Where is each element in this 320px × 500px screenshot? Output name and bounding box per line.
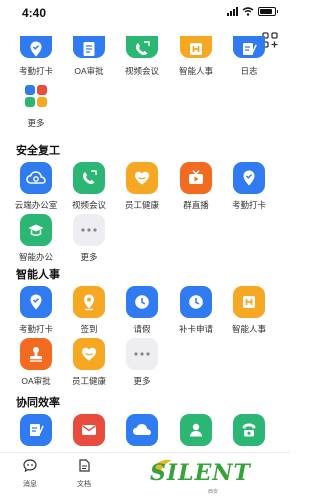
app-label: 云端办公室 xyxy=(14,200,58,210)
app-label: OA审批 xyxy=(21,376,51,386)
location-check-icon xyxy=(233,162,265,194)
more-dots-icon xyxy=(73,214,105,246)
office-phone-icon xyxy=(233,414,265,446)
chat-bubble-icon xyxy=(23,459,37,473)
approval-icon xyxy=(73,36,105,58)
app-label: 考勤打卡 xyxy=(231,200,266,210)
health-heart-icon xyxy=(126,162,158,194)
app-label: 补卡申请 xyxy=(178,324,213,334)
log-icon xyxy=(20,414,52,446)
app-s0-4[interactable]: 考勤打卡 xyxy=(221,162,277,211)
log-icon xyxy=(233,36,265,58)
clock-icon xyxy=(126,286,158,318)
app-s1-0[interactable]: 考勤打卡 xyxy=(8,286,64,335)
app-label: 日志 xyxy=(240,66,258,76)
watermark-subtext: 西安 xyxy=(208,489,219,495)
section-title-safe-return: 安全复工 xyxy=(16,145,60,157)
wifi-icon xyxy=(242,7,254,16)
app-s1-6[interactable]: 员工健康 xyxy=(61,338,117,387)
hr-icon xyxy=(180,36,212,58)
video-meeting-icon xyxy=(73,162,105,194)
app-top-0[interactable]: 考勤打卡 xyxy=(8,36,64,77)
check-in-icon xyxy=(73,286,105,318)
tab-documents[interactable]: 文档 xyxy=(64,459,104,489)
section-title-smart-hr: 智能人事 xyxy=(16,269,60,281)
app-label: 智能办公 xyxy=(18,252,53,262)
app-s0-6[interactable]: 更多 xyxy=(61,214,117,263)
cell-signal-icon xyxy=(227,7,238,16)
app-label: 智能人事 xyxy=(178,66,213,76)
battery-icon xyxy=(258,7,278,16)
app-s0-3[interactable]: 群直播 xyxy=(168,162,224,211)
app-s1-7[interactable]: 更多 xyxy=(114,338,170,387)
health-heart-icon xyxy=(73,338,105,370)
status-time: 4:40 xyxy=(22,6,47,20)
app-label: 更多 xyxy=(27,118,45,128)
stamp-icon xyxy=(20,338,52,370)
app-label: 签到 xyxy=(80,324,98,334)
document-icon xyxy=(79,459,90,472)
cloud-disk-icon xyxy=(126,414,158,446)
app-label: 员工健康 xyxy=(71,376,106,386)
hr-icon xyxy=(233,286,265,318)
app-label: 员工健康 xyxy=(124,200,159,210)
status-bar: 4:40 xyxy=(0,0,290,26)
app-s1-1[interactable]: 签到 xyxy=(61,286,117,335)
app-s0-2[interactable]: 员工健康 xyxy=(114,162,170,211)
app-label: 更多 xyxy=(80,252,98,262)
app-label: 请假 xyxy=(133,324,151,334)
mail-icon xyxy=(73,414,105,446)
app-label: OA审批 xyxy=(74,66,104,76)
app-s1-5[interactable]: OA审批 xyxy=(8,338,64,387)
app-s1-2[interactable]: 请假 xyxy=(114,286,170,335)
battery-level xyxy=(260,9,272,14)
live-tv-icon xyxy=(180,162,212,194)
tab-messages-label: 消息 xyxy=(23,481,37,488)
status-icons xyxy=(227,7,278,16)
section-title-collaboration: 协同效率 xyxy=(16,397,60,409)
video-meeting-icon xyxy=(126,36,158,58)
app-top-1[interactable]: OA审批 xyxy=(61,36,117,77)
app-top-2[interactable]: 视频会议 xyxy=(114,36,170,77)
clock-icon xyxy=(180,286,212,318)
smart-office-icon xyxy=(20,214,52,246)
app-s0-1[interactable]: 视频会议 xyxy=(61,162,117,211)
watermark-text: SILENT xyxy=(150,460,251,486)
location-check-icon xyxy=(20,286,52,318)
app-s0-5[interactable]: 智能办公 xyxy=(8,214,64,263)
tab-messages[interactable]: 消息 xyxy=(10,459,50,489)
app-label: 智能人事 xyxy=(231,324,266,334)
cloud-office-icon xyxy=(20,162,52,194)
app-label: 视频会议 xyxy=(71,200,106,210)
app-s1-4[interactable]: 智能人事 xyxy=(221,286,277,335)
tab-documents-label: 文档 xyxy=(77,481,91,488)
app-s1-3[interactable]: 补卡申请 xyxy=(168,286,224,335)
more-dots-icon xyxy=(126,338,158,370)
more-grid-icon xyxy=(20,80,52,112)
app-label: 更多 xyxy=(133,376,151,386)
app-top-5[interactable]: 更多 xyxy=(8,80,64,129)
app-s0-0[interactable]: 云端办公室 xyxy=(8,162,64,211)
app-top-3[interactable]: 智能人事 xyxy=(168,36,224,77)
phone-meeting-icon xyxy=(180,414,212,446)
app-label: 群直播 xyxy=(183,200,209,210)
location-check-icon xyxy=(20,36,52,58)
app-label: 考勤打卡 xyxy=(18,66,53,76)
app-label: 视频会议 xyxy=(124,66,159,76)
silent-watermark-logo: SILENT 西安 xyxy=(150,458,280,496)
app-top-4[interactable]: 日志 xyxy=(221,36,277,77)
app-label: 考勤打卡 xyxy=(18,324,53,334)
